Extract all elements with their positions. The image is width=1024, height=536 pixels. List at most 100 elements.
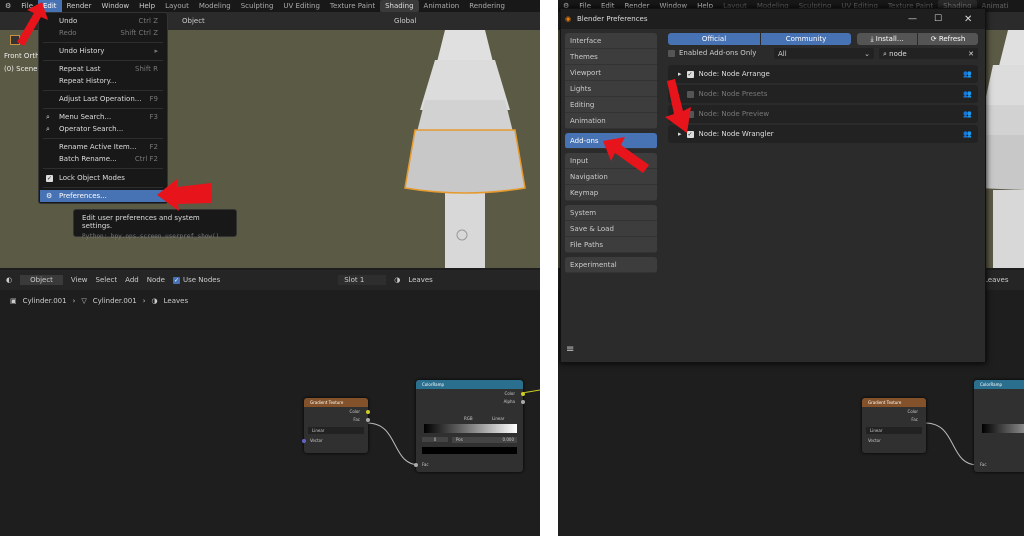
tab-layout[interactable]: Layout [160,0,194,12]
category-select[interactable]: All ⌄ [774,48,874,59]
material-name[interactable]: Leaves [408,276,432,284]
top-bar: ⚙ File Edit Render Window Help Layout Mo… [0,0,540,12]
sidebar-item-lights[interactable]: Lights [565,81,657,97]
output-fac: Fac [353,417,360,422]
socket[interactable] [521,392,525,396]
object-menu[interactable]: Object [182,17,205,25]
orientation-select[interactable]: Global [394,17,416,25]
checkbox-icon[interactable]: ✓ [686,70,694,78]
workspace-tabs: Layout Modeling Sculpting UV Editing Tex… [160,0,510,12]
tab-animation[interactable]: Animation [419,0,465,12]
gradient-type-select[interactable]: Linear [866,427,922,434]
pos-label: Pos [456,437,463,442]
tab-sculpting[interactable]: Sculpting [236,0,279,12]
color-ramp-gradient[interactable] [982,424,1024,433]
gradient-texture-node[interactable]: Gradient Texture Color Fac Linear Vector [862,398,926,453]
sidebar-item-animation[interactable]: Animation [565,113,657,129]
socket[interactable] [302,439,306,443]
node-editor-header: ◐ Object View Select Add Node ✓ Use Node… [0,270,540,290]
position-field[interactable]: Pos 0.000 [452,437,517,443]
menu-item-operator-search[interactable]: ⌕ Operator Search... [40,123,166,135]
gradient-type-select[interactable]: Linear [308,427,364,434]
addon-row[interactable]: ▸Node: Node Presets👥 [668,85,978,103]
gear-icon: ⚙ [46,192,53,200]
tab-modeling[interactable]: Modeling [194,0,236,12]
socket[interactable] [366,410,370,414]
tab-shading[interactable]: Shading [380,0,419,12]
addon-row[interactable]: ▸ ✓ Node: Node Wrangler 👥 [668,125,978,143]
menu-item-adjust-last[interactable]: Adjust Last Operation... F9 [40,93,166,105]
menu-item-undo[interactable]: Undo Ctrl Z [40,15,166,27]
enabled-only-toggle[interactable]: Enabled Add-ons Only [668,49,756,57]
minimize-icon[interactable]: — [908,14,917,24]
menu-select[interactable]: Select [96,276,118,284]
tab-official[interactable]: Official [668,33,760,45]
menu-add[interactable]: Add [125,276,139,284]
sidebar-group: Interface Themes Viewport Lights Editing… [565,33,657,129]
menu-node[interactable]: Node [147,276,165,284]
menu-window[interactable]: Window [96,0,134,12]
tab-community[interactable]: Community [761,33,851,45]
search-icon: ⌕ [46,124,50,133]
sidebar-item-themes[interactable]: Themes [565,49,657,65]
socket[interactable] [414,463,418,467]
addon-row[interactable]: ▸Node: Node Preview👥 [668,105,978,123]
stop-color[interactable] [422,447,517,454]
gradient-texture-node[interactable]: Gradient Texture Color Fac Linear Vector [302,398,370,453]
output-fac: Fac [911,417,918,422]
refresh-button[interactable]: ⟳ Refresh [918,33,978,45]
colorramp-node[interactable]: ColorRamp Fac [974,380,1024,472]
sidebar-item-keymap[interactable]: Keymap [565,185,657,201]
user-icon: 👥 [963,130,972,138]
sidebar-item-experimental[interactable]: Experimental [565,257,657,273]
scene-name: (0) Scene [4,65,38,73]
install-button[interactable]: ⤓ Install... [857,33,917,45]
sidebar-item-save-load[interactable]: Save & Load [565,221,657,237]
red-arrow-icon [603,137,649,173]
sidebar-item-viewport[interactable]: Viewport [565,65,657,81]
menu-item-redo[interactable]: Redo Shift Ctrl Z [40,27,166,39]
color-ramp-gradient[interactable] [424,424,517,433]
sidebar-item-file-paths[interactable]: File Paths [565,237,657,253]
editor-type-icon[interactable]: ◐ [6,276,12,284]
menu-item-lock-object-modes[interactable]: ✓ Lock Object Modes [40,172,166,184]
stop-index[interactable]: 0 [422,437,448,442]
tab-texture-paint[interactable]: Texture Paint [325,0,380,12]
use-nodes-checkbox[interactable]: ✓ [173,276,180,284]
menu-item-rename-active[interactable]: Rename Active Item... F2 [40,141,166,153]
socket[interactable] [366,418,370,422]
close-icon[interactable]: ✕ [964,14,972,25]
menu-item-batch-rename[interactable]: Batch Rename... Ctrl F2 [40,153,166,165]
socket[interactable] [521,400,525,404]
checkbox-icon[interactable]: ✓ [46,174,53,182]
menu-item-repeat-last[interactable]: Repeat Last Shift R [40,63,166,75]
node-editor[interactable]: ▣ Cylinder.001 › ▽ Cylinder.001 › ◑ Leaves Gr… [0,290,540,536]
tab-rendering[interactable]: Rendering [464,0,510,12]
menu-item-preferences[interactable]: ⚙ Preferences... [40,190,166,202]
maximize-icon[interactable]: ☐ [934,14,942,24]
sidebar-item-interface[interactable]: Interface [565,33,657,49]
menu-item-menu-search[interactable]: ⌕ Menu Search... F3 [40,111,166,123]
checkbox-icon[interactable] [668,49,675,57]
view-name: Front Orth [4,52,40,60]
sidebar-item-editing[interactable]: Editing [565,97,657,113]
mode-select[interactable]: Object [20,275,63,285]
addon-row[interactable]: ▸ ✓ Node: Node Arrange 👥 [668,65,978,83]
color-mode[interactable]: RGB [464,416,473,421]
menu-item-repeat-history[interactable]: Repeat History... [40,75,166,87]
search-input[interactable]: ⌕ node ✕ [879,48,978,59]
input-fac: Fac [980,462,987,467]
menu-item-undo-history[interactable]: Undo History ▸ [40,45,166,57]
refresh-icon: ⟳ [930,35,939,43]
colorramp-node[interactable]: ColorRamp Color Alpha RGB Linear 0 Pos 0.… [414,380,525,472]
preferences-window: ◉ Blender Preferences — ☐ ✕ Interface Th… [560,8,986,363]
menu-view[interactable]: View [71,276,88,284]
material-name[interactable]: Leaves [984,276,1008,284]
menu-render[interactable]: Render [62,0,97,12]
menu-icon[interactable]: ≡ [566,344,574,355]
interpolation-select[interactable]: Linear [492,416,504,421]
sidebar-item-system[interactable]: System [565,205,657,221]
slot-select[interactable]: Slot 1 [338,275,387,285]
tab-uv-editing[interactable]: UV Editing [278,0,325,12]
menu-help[interactable]: Help [134,0,160,12]
